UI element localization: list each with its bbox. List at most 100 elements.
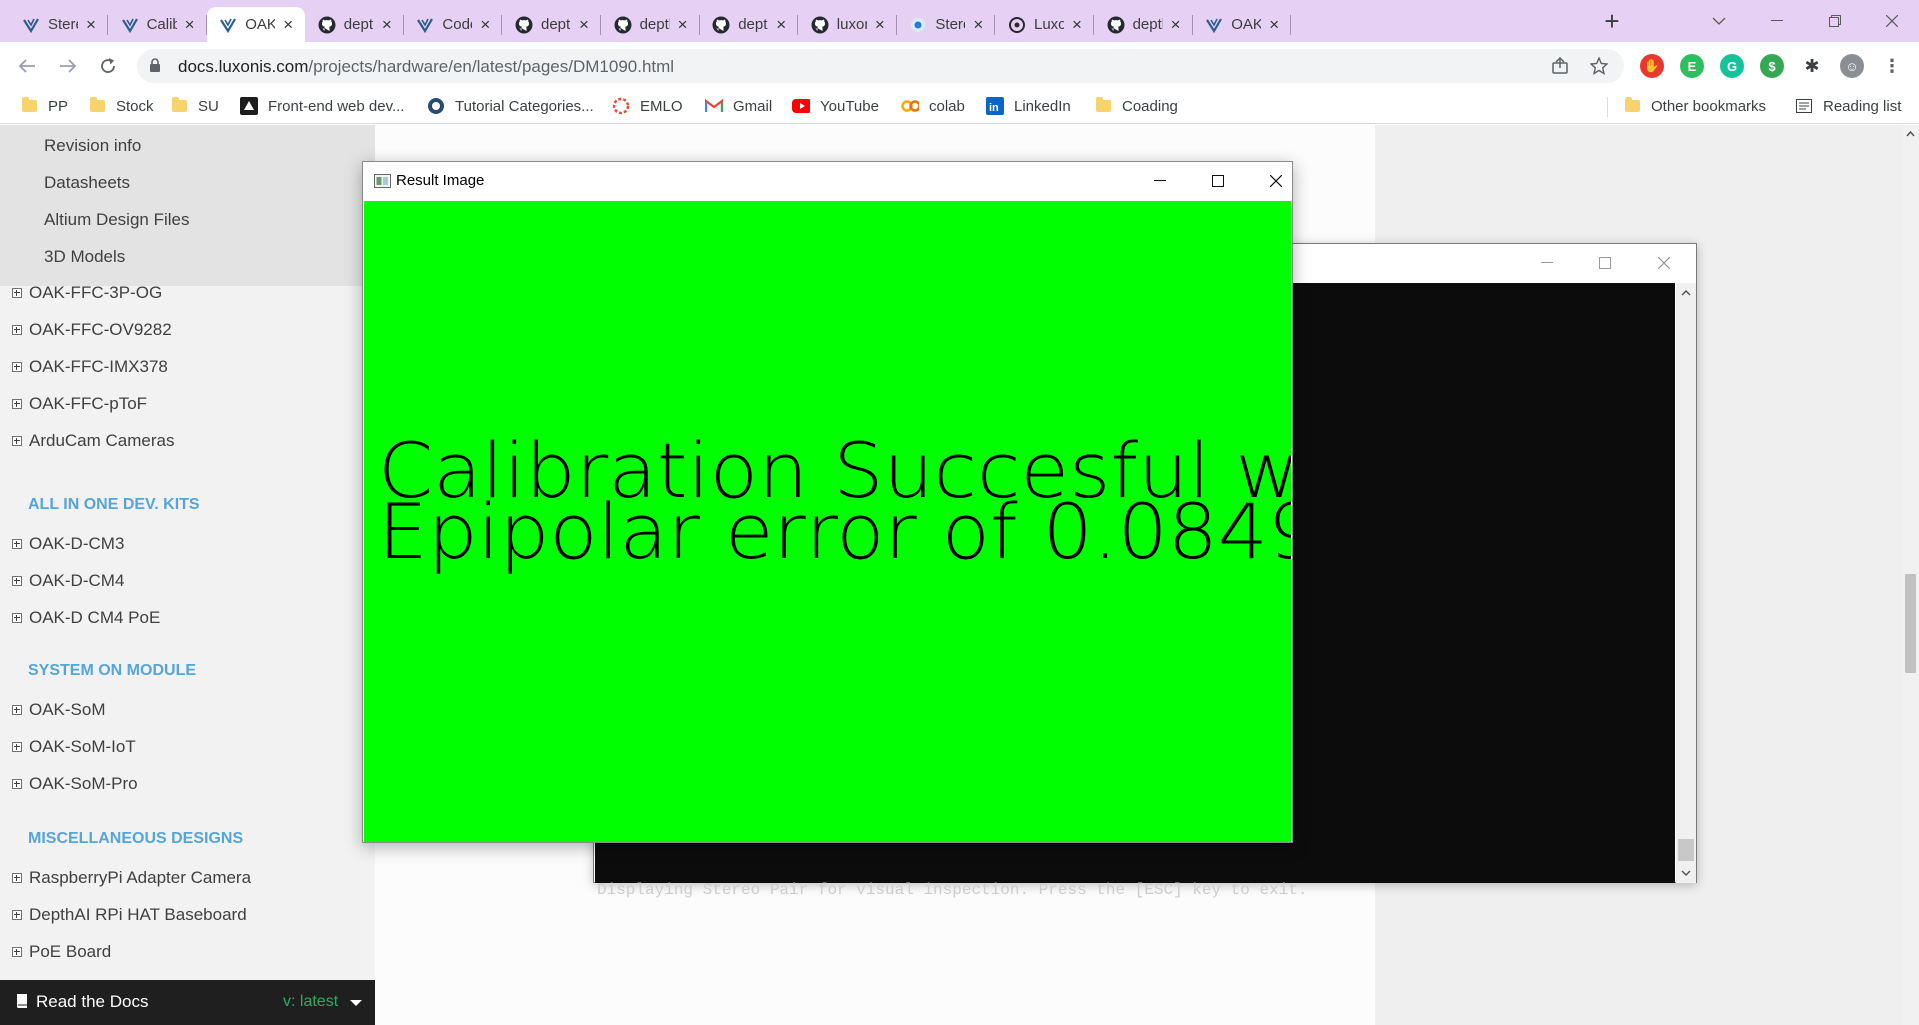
browser-tab[interactable]: OAK-F× xyxy=(207,7,306,42)
location-extension-icon[interactable]: $ xyxy=(1760,54,1784,78)
close-tab-icon[interactable]: × xyxy=(575,15,593,34)
sidebar-item[interactable]: OAK-FFC-pToF xyxy=(12,394,147,414)
close-tab-icon[interactable]: × xyxy=(279,15,297,34)
expand-plus-icon[interactable] xyxy=(12,873,22,883)
other-bookmarks[interactable]: Other bookmarks xyxy=(1623,94,1766,118)
profile-avatar[interactable]: ☺ xyxy=(1840,54,1864,78)
expand-plus-icon[interactable] xyxy=(12,436,22,446)
bookmark-item[interactable]: PP xyxy=(20,94,68,118)
console-scrollbar-thumb[interactable] xyxy=(1678,839,1694,861)
rtd-version[interactable]: v: latest xyxy=(283,993,338,1011)
sidebar-subitem[interactable]: Revision info xyxy=(44,136,141,156)
browser-tab[interactable]: depth× xyxy=(602,7,700,42)
browser-tab[interactable]: Code× xyxy=(404,7,503,42)
sidebar-item[interactable]: OAK-D-CM3 xyxy=(12,534,124,554)
scroll-down-icon[interactable] xyxy=(1676,866,1696,880)
expand-plus-icon[interactable] xyxy=(12,910,22,920)
browser-tab[interactable]: depth× xyxy=(700,7,799,42)
share-icon[interactable] xyxy=(1550,56,1570,76)
address-bar[interactable]: docs.luxonis.com/projects/hardware/en/la… xyxy=(137,49,1624,83)
bookmark-item[interactable]: colab xyxy=(901,94,965,118)
close-tab-icon[interactable]: × xyxy=(181,15,199,34)
scrollbar-thumb[interactable] xyxy=(1905,574,1916,673)
sidebar-item[interactable]: OAK-SoM-IoT xyxy=(12,737,136,757)
expand-plus-icon[interactable] xyxy=(12,288,22,298)
browser-tab[interactable]: Calibr× xyxy=(109,7,207,42)
sidebar-subitem[interactable]: 3D Models xyxy=(44,247,125,267)
console-scrollbar[interactable] xyxy=(1676,283,1696,883)
close-tab-icon[interactable]: × xyxy=(378,15,396,34)
tab-search-button[interactable] xyxy=(1696,6,1742,36)
close-tab-icon[interactable]: × xyxy=(674,15,692,34)
sidebar-item[interactable]: OAK-SoM xyxy=(12,700,106,720)
browser-tab[interactable]: Stereo× xyxy=(897,7,996,42)
bookmark-item[interactable]: Gmail xyxy=(705,94,772,118)
result-maximize-button[interactable] xyxy=(1195,166,1241,196)
bookmark-item[interactable]: YouTube xyxy=(792,94,879,118)
sidebar-item[interactable]: PoE Board xyxy=(12,942,111,962)
close-tab-icon[interactable]: × xyxy=(1167,15,1185,34)
console-minimize-button[interactable] xyxy=(1527,250,1567,276)
extensions-puzzle-icon[interactable]: ✱ xyxy=(1800,54,1824,78)
close-tab-icon[interactable]: × xyxy=(1068,15,1086,34)
sidebar-subitem[interactable]: Datasheets xyxy=(44,173,130,193)
browser-tab[interactable]: Luxon× xyxy=(996,7,1094,42)
close-tab-icon[interactable]: × xyxy=(871,15,889,34)
result-close-button[interactable] xyxy=(1253,166,1299,196)
bookmark-item[interactable]: Tutorial Categories... xyxy=(427,94,594,118)
lock-icon[interactable] xyxy=(149,58,161,73)
browser-tab[interactable]: depth× xyxy=(306,7,404,42)
minimize-button[interactable] xyxy=(1754,6,1800,36)
close-window-button[interactable] xyxy=(1869,6,1915,36)
bookmark-item[interactable]: Stock xyxy=(88,94,154,118)
kebab-menu-icon[interactable]: ⋮ xyxy=(1880,54,1904,78)
back-button[interactable] xyxy=(11,50,43,82)
star-icon[interactable] xyxy=(1589,56,1609,76)
result-image-window[interactable]: Result Image Calibration Succesful with … xyxy=(362,161,1293,843)
console-maximize-button[interactable] xyxy=(1585,250,1625,276)
browser-tab[interactable]: luxoni× xyxy=(799,7,897,42)
sidebar-item[interactable]: OAK-FFC-OV9282 xyxy=(12,320,172,340)
sidebar-item[interactable]: OAK-FFC-3P-OG xyxy=(12,283,162,303)
close-tab-icon[interactable]: × xyxy=(476,15,494,34)
scroll-up-icon[interactable] xyxy=(1676,286,1696,300)
sidebar-item[interactable]: OAK-D CM4 PoE xyxy=(12,608,160,628)
console-close-button[interactable] xyxy=(1644,250,1684,276)
close-tab-icon[interactable]: × xyxy=(969,15,987,34)
grammarly-extension-icon[interactable]: G xyxy=(1720,54,1744,78)
bookmark-item[interactable]: Coading xyxy=(1094,94,1178,118)
bookmark-item[interactable]: in LinkedIn xyxy=(986,94,1071,118)
browser-tab[interactable]: depth× xyxy=(503,7,601,42)
browser-tab[interactable]: Stereo× xyxy=(10,7,108,42)
expand-plus-icon[interactable] xyxy=(12,947,22,957)
expand-plus-icon[interactable] xyxy=(12,539,22,549)
close-tab-icon[interactable]: × xyxy=(772,15,790,34)
expand-plus-icon[interactable] xyxy=(12,613,22,623)
sidebar-item[interactable]: OAK-FFC-IMX378 xyxy=(12,357,168,377)
reading-list[interactable]: Reading list xyxy=(1795,94,1901,118)
expand-plus-icon[interactable] xyxy=(12,779,22,789)
restore-button[interactable] xyxy=(1812,6,1858,36)
sidebar-item[interactable]: OAK-D-CM4 xyxy=(12,571,124,591)
scroll-up-icon[interactable] xyxy=(1902,127,1919,141)
close-tab-icon[interactable]: × xyxy=(1265,15,1283,34)
browser-tab[interactable]: depth× xyxy=(1095,7,1193,42)
sidebar-item[interactable]: DepthAI RPi HAT Baseboard xyxy=(12,905,247,925)
expand-plus-icon[interactable] xyxy=(12,325,22,335)
bookmark-item[interactable]: SU xyxy=(170,94,219,118)
result-minimize-button[interactable] xyxy=(1137,166,1183,196)
expand-plus-icon[interactable] xyxy=(12,742,22,752)
forward-button[interactable] xyxy=(52,50,84,82)
page-scrollbar[interactable] xyxy=(1902,125,1919,1025)
bookmark-item[interactable]: Front-end web dev... xyxy=(240,94,404,118)
expand-plus-icon[interactable] xyxy=(12,362,22,372)
browser-tab[interactable]: OAK-F× xyxy=(1193,7,1292,42)
expand-plus-icon[interactable] xyxy=(12,705,22,715)
close-tab-icon[interactable]: × xyxy=(82,15,100,34)
evernote-extension-icon[interactable]: E xyxy=(1680,54,1704,78)
sidebar-item[interactable]: OAK-SoM-Pro xyxy=(12,774,138,794)
bookmark-item[interactable]: EMLO xyxy=(612,94,683,118)
adblock-extension-icon[interactable]: ✋ xyxy=(1640,54,1664,78)
expand-plus-icon[interactable] xyxy=(12,576,22,586)
new-tab-button[interactable]: + xyxy=(1598,8,1626,36)
